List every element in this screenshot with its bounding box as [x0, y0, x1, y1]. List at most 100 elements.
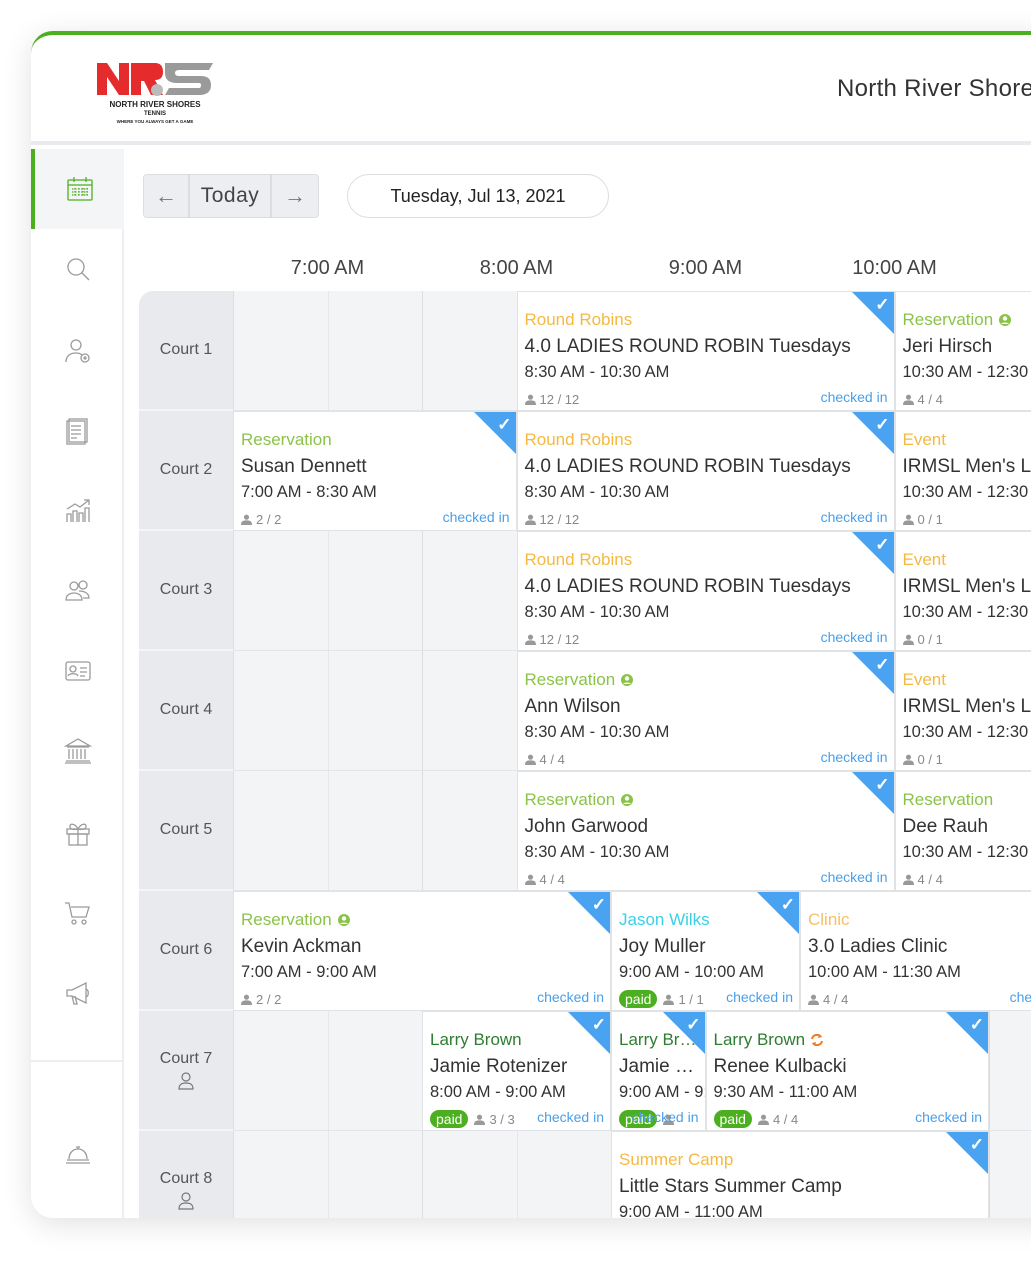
court-name: Court 5 [159, 821, 213, 838]
booking-title: Susan Dennett [241, 456, 367, 477]
checked-in-status[interactable]: checked in [1010, 989, 1031, 1005]
sidebar-item-calendar[interactable] [31, 149, 124, 229]
booking-time: 8:30 AM - 10:30 AM [524, 603, 670, 621]
booking-card[interactable]: Reservation Dee Rauh 10:30 AM - 12:30 PM 4 … [894, 771, 1031, 891]
checked-in-status[interactable]: checked in [443, 509, 510, 525]
sidebar-item-bank[interactable] [31, 711, 124, 791]
booking-card[interactable]: Event IRMSL Men's L 10:30 AM - 12:30 PM 0 /… [894, 411, 1031, 531]
capacity-count: 4 / 4 [917, 391, 943, 407]
booking-footer: 4 / 4 checked in [524, 749, 888, 769]
booking-card[interactable]: Larry Brown Renee Kulbacki 9:30 AM - 11:00… [705, 1011, 989, 1131]
paid-badge: paid [619, 990, 658, 1008]
checked-in-status[interactable]: checked in [821, 509, 888, 525]
person-icon [524, 874, 536, 885]
court-label[interactable]: Court 5 [139, 771, 233, 891]
booking-category: Reservation [524, 670, 616, 689]
court-label[interactable]: Court 1 [139, 291, 233, 411]
booking-card[interactable]: Clinic 3.0 Ladies Clinic 10:00 AM - 11:30 … [800, 891, 1031, 1011]
sidebar-item-id-card[interactable] [31, 631, 124, 711]
booking-title: John Garwood [524, 816, 649, 837]
booking-title: Ann Wilson [524, 696, 621, 717]
sidebar-item-cloud[interactable] [31, 1193, 124, 1218]
booking-time: 10:30 AM - 12:30 PM [902, 363, 1031, 381]
sidebar-item-search[interactable] [31, 229, 124, 309]
booking-card[interactable]: Reservation Jeri Hirsch 10:30 AM - 12:30 P… [894, 291, 1031, 411]
chart-icon [65, 499, 90, 522]
capacity-count: 4 / 4 [823, 991, 849, 1007]
booking-card[interactable]: Round Robins 4.0 LADIES ROUND ROBIN Tuesd… [516, 531, 895, 651]
svg-text:TENNIS: TENNIS [144, 111, 166, 117]
checked-in-status[interactable]: checked in [821, 749, 888, 765]
booking-title: Jamie … [619, 1056, 694, 1077]
booking-card[interactable]: Reservation Kevin Ackman 7:00 AM - 9:00 AM… [233, 891, 611, 1011]
booking-footer: 0 / 1 [902, 629, 1031, 649]
sidebar-item-add-user[interactable] [31, 311, 124, 391]
booking-footer: paid 1 / 1 checked in [619, 989, 793, 1009]
time-label: 7:00 AM [290, 257, 365, 279]
booking-card[interactable]: Round Robins 4.0 LADIES ROUND ROBIN Tuesd… [516, 411, 895, 531]
booking-category: Jason Wilks [619, 910, 710, 929]
checked-in-status[interactable]: checked in [821, 629, 888, 645]
booking-card[interactable]: Larry Br…Jamie …9:00 AM - 9:30 AMpaidche… [611, 1011, 706, 1131]
booking-category: Event [902, 670, 946, 689]
today-button[interactable]: Today [190, 175, 272, 217]
booking-time: 10:30 AM - 12:30 PM [902, 603, 1031, 621]
capacity-count: 12 / 12 [539, 631, 580, 647]
booking-card[interactable]: Event IRMSL Men's L 10:30 AM - 12:30 PM 0 /… [894, 531, 1031, 651]
booking-card[interactable]: Reservation John Garwood 8:30 AM - 10:30 A… [516, 771, 895, 891]
paid-badge: paid [430, 1110, 469, 1128]
sidebar-item-cart[interactable] [31, 873, 124, 953]
search-icon [66, 258, 89, 281]
news-icon [65, 418, 88, 445]
checked-in-status[interactable]: checked in [632, 1109, 699, 1125]
booking-category: Reservation [524, 790, 616, 809]
capacity-count: 0 / 1 [917, 751, 943, 767]
sidebar-item-chart[interactable] [31, 471, 124, 551]
court-label[interactable]: Court 6 [139, 891, 233, 1011]
sidebar-item-group[interactable] [31, 551, 124, 631]
checked-in-status[interactable]: checked in [537, 989, 604, 1005]
booking-category: Reservation [241, 910, 332, 929]
court-name: Court 1 [159, 341, 213, 358]
sidebar-item-megaphone[interactable] [31, 953, 124, 1033]
sidebar [31, 149, 124, 1218]
check-icon: ✓ [875, 655, 890, 674]
booking-card[interactable]: Round Robins 4.0 LADIES ROUND ROBIN Tuesd… [516, 291, 895, 411]
booking-card[interactable]: Summer Camp Little Stars Summer Camp 9:00 … [611, 1131, 989, 1218]
sidebar-item-service-bell[interactable] [31, 1113, 124, 1193]
court-label[interactable]: Court 7 [139, 1011, 233, 1131]
booking-card[interactable]: Larry Brown Jamie Rotenizer 8:00 AM - 9:00… [422, 1011, 611, 1131]
capacity: 0 / 1 [902, 512, 943, 527]
checked-in-status[interactable]: checked in [915, 1109, 982, 1125]
person-icon [524, 634, 536, 645]
capacity-count: 4 / 4 [772, 1111, 799, 1127]
capacity: 2 / 2 [241, 512, 281, 527]
court-label[interactable]: Court 8 [139, 1131, 233, 1218]
next-day-button[interactable]: → [272, 175, 318, 217]
court-label[interactable]: Court 4 [139, 651, 233, 771]
sidebar-item-news[interactable] [31, 391, 124, 471]
checked-in-status[interactable]: checked in [821, 389, 888, 405]
sidebar-divider [31, 1060, 124, 1062]
booking-card[interactable]: Reservation Ann Wilson 8:30 AM - 10:30 AM 4… [516, 651, 895, 771]
previous-day-button[interactable]: ← [144, 175, 190, 217]
person-icon [902, 514, 914, 525]
capacity-count: 4 / 4 [539, 751, 565, 767]
capacity: 0 / 1 [902, 751, 943, 767]
booking-card[interactable]: Reservation Susan Dennett 7:00 AM - 8:30 A… [233, 411, 517, 531]
checked-in-status[interactable]: checked in [726, 989, 793, 1005]
date-picker[interactable]: Tuesday, Jul 13, 2021 [347, 174, 609, 218]
court-label[interactable]: Court 2 [139, 411, 233, 531]
booking-category: Larry Brown [713, 1030, 806, 1049]
check-icon: ✓ [591, 1015, 606, 1034]
check-icon: ✓ [591, 895, 606, 914]
checked-in-status[interactable]: checked in [821, 869, 888, 885]
booking-time: 9:30 AM - 11:00 AM [713, 1083, 858, 1101]
booking-card[interactable]: Event IRMSL Men's L 10:30 AM - 12:30 PM 0 /… [894, 651, 1031, 771]
court-label[interactable]: Court 3 [139, 531, 233, 651]
booking-footer: paid 3 / 3 checked in [430, 1109, 604, 1129]
checked-in-status[interactable]: checked in [537, 1109, 604, 1125]
sidebar-item-gift[interactable] [31, 793, 124, 873]
booking-time: 9:00 AM - 11:00 AM [619, 1203, 763, 1218]
booking-card[interactable]: Jason Wilks Joy Muller 9:00 AM - 10:00 AM p… [611, 891, 800, 1011]
